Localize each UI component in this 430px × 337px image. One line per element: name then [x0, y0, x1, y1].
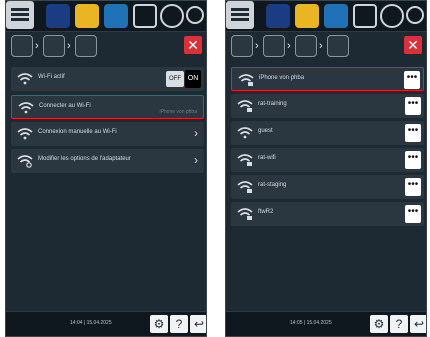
network-name: iPhone von phba [259, 75, 305, 81]
chevron-right-icon: › [194, 126, 198, 140]
chef-icon[interactable] [266, 4, 290, 28]
wifi-lock-icon [237, 208, 253, 220]
settings-icon[interactable] [160, 4, 184, 28]
close-button[interactable]: ✕ [184, 36, 202, 54]
chef-icon[interactable] [46, 4, 70, 28]
wifi-active-label: Wi-Fi actif [38, 74, 65, 80]
network-row[interactable]: rat-staging ••• [231, 175, 424, 199]
folder-icon[interactable] [295, 4, 319, 28]
wifi-lock-icon [237, 181, 253, 193]
breadcrumb: › › [6, 35, 206, 59]
wifi-lock-icon [238, 74, 254, 86]
breadcrumb-separator: › [319, 40, 323, 52]
network-name: guest [258, 128, 273, 134]
wifi-settings-icon [17, 155, 33, 168]
breadcrumb-network-icon[interactable] [263, 35, 285, 57]
breadcrumb-settings-icon[interactable] [231, 35, 253, 57]
settings-button[interactable]: ⚙ [370, 315, 388, 333]
more-options-button[interactable]: ••• [405, 124, 421, 142]
datetime: 14:05 | 15.04.2025 [290, 320, 332, 326]
top-toolbar [6, 1, 206, 32]
menu-icon[interactable] [226, 1, 254, 29]
more-options-button[interactable]: ••• [404, 71, 420, 89]
network-row[interactable]: rat-wifi ••• [231, 148, 424, 172]
folder-icon[interactable] [75, 4, 99, 28]
adapter-options-row[interactable]: Modifier les options de l'adaptateur › [11, 149, 204, 173]
network-name: rat-staging [258, 182, 287, 188]
breadcrumb-settings-icon[interactable] [11, 35, 33, 57]
wifi-off-toggle[interactable]: OFF [166, 71, 184, 87]
footer-bar: 14:05 | 15.04.2025 ⚙ ? ↩ [226, 311, 426, 336]
breadcrumb-wifi-icon[interactable] [327, 35, 349, 57]
network-name: ftwR2 [258, 209, 274, 215]
wifi-lock-icon [237, 100, 253, 112]
network-name: rat-wifi [258, 155, 276, 161]
recipe-icon[interactable] [104, 4, 128, 28]
network-row[interactable]: rat-training ••• [231, 94, 424, 118]
network-name: rat-training [258, 101, 287, 107]
wifi-network-list-panel: › › › ✕ iPhone von phba ••• rat-training… [225, 0, 427, 337]
connect-wifi-label: Connecter au Wi-Fi [39, 103, 91, 109]
breadcrumb-separator: › [67, 40, 71, 52]
top-toolbar [226, 1, 426, 32]
more-options-button[interactable]: ••• [405, 178, 421, 196]
edit-icon[interactable] [353, 4, 377, 28]
wifi-icon [18, 102, 34, 114]
footer-bar: 14:04 | 15.04.2025 ⚙ ? ↩ [6, 311, 206, 336]
edit-icon[interactable] [133, 4, 157, 28]
wifi-lock-icon [237, 154, 253, 166]
wifi-icon [17, 73, 33, 85]
chevron-right-icon: › [194, 153, 198, 167]
search-icon[interactable] [406, 6, 424, 24]
manual-connection-label: Connexion manuelle au Wi-Fi [38, 129, 117, 135]
close-button[interactable]: ✕ [404, 36, 422, 54]
network-row[interactable]: ftwR2 ••• [231, 202, 424, 226]
manual-connection-row[interactable]: Connexion manuelle au Wi-Fi › [11, 122, 204, 146]
recipe-icon[interactable] [324, 4, 348, 28]
wifi-active-row: Wi-Fi actif OFF ON [11, 67, 204, 91]
datetime: 14:04 | 15.04.2025 [70, 320, 112, 326]
more-options-button[interactable]: ••• [405, 205, 421, 223]
menu-icon[interactable] [6, 1, 34, 29]
settings-button[interactable]: ⚙ [150, 315, 168, 333]
more-options-button[interactable]: ••• [405, 151, 421, 169]
breadcrumb: › › › [226, 35, 426, 59]
adapter-options-label: Modifier les options de l'adaptateur [38, 156, 131, 162]
breadcrumb-separator: › [35, 40, 39, 52]
wifi-icon [17, 128, 33, 140]
breadcrumb-separator: › [255, 40, 259, 52]
connected-network-value: iPhone von phba [159, 109, 197, 115]
breadcrumb-network-icon[interactable] [43, 35, 65, 57]
back-button[interactable]: ↩ [410, 315, 426, 333]
help-button[interactable]: ? [170, 315, 188, 333]
wifi-icon [237, 127, 253, 139]
breadcrumb-wifi-icon[interactable] [295, 35, 317, 57]
search-icon[interactable] [186, 6, 204, 24]
more-options-button[interactable]: ••• [405, 97, 421, 115]
help-button[interactable]: ? [390, 315, 408, 333]
breadcrumb-wifi-icon[interactable] [75, 35, 97, 57]
network-row[interactable]: iPhone von phba ••• [231, 67, 424, 91]
settings-icon[interactable] [380, 4, 404, 28]
wifi-settings-panel: › › ✕ Wi-Fi actif OFF ON Connecter au Wi… [5, 0, 207, 337]
connect-wifi-row[interactable]: Connecter au Wi-Fi iPhone von phba [11, 95, 204, 119]
wifi-on-toggle[interactable]: ON [185, 70, 201, 88]
network-row[interactable]: guest ••• [231, 121, 424, 145]
back-button[interactable]: ↩ [190, 315, 206, 333]
breadcrumb-separator: › [287, 40, 291, 52]
